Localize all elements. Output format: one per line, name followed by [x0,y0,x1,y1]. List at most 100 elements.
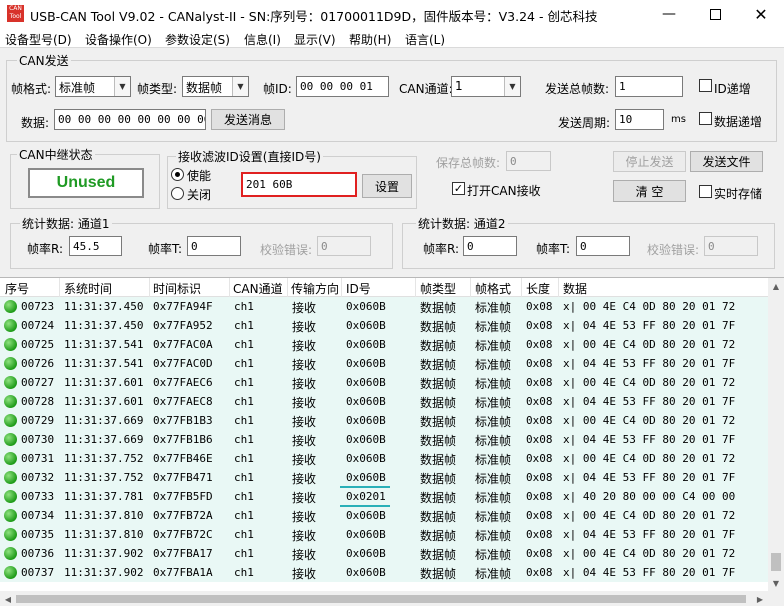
filter-id-input[interactable]: 201 60B [241,172,357,197]
filter-disable-radio[interactable] [171,187,184,200]
horizontal-scroll-thumb[interactable] [16,595,746,603]
close-button[interactable]: ✕ [738,0,784,28]
table-row[interactable]: 00729 11:31:37.669 0x77FB1B3 ch1 接收 0x060B 数据帧… [0,411,768,430]
col-header-length[interactable]: 长度 [526,280,550,297]
col-header-timestamp[interactable]: 时间标识 [153,280,201,297]
vertical-scrollbar[interactable]: ▲ ▼ [768,278,784,591]
clear-button[interactable]: 清 空 [613,180,686,202]
table-row[interactable]: 00728 11:31:37.601 0x77FAEC8 ch1 接收 0x060B 数据帧… [0,392,768,411]
cell-frame-format: 标准帧 [475,396,512,410]
table-row[interactable]: 00723 11:31:37.450 0x77FA94F ch1 接收 0x060B 数据帧… [0,297,768,316]
col-header-system-time[interactable]: 系统时间 [64,280,112,297]
cell-frame-type: 数据帧 [420,434,457,448]
cell-system-time: 11:31:37.781 [64,490,144,503]
ch1-rate-r-label: 帧率R: [27,242,64,256]
col-header-direction[interactable]: 传输方向 [291,280,339,297]
open-can-receive-checkbox[interactable]: ✓ [452,182,465,195]
scroll-down-icon[interactable]: ▼ [768,575,784,591]
send-period-input[interactable]: 10 [615,109,664,130]
menu-device-operation[interactable]: 设备操作(O) [85,31,152,48]
filter-set-button[interactable]: 设置 [362,174,412,198]
menu-device-model[interactable]: 设备型号(D) [5,31,72,48]
message-table: 序号 系统时间 时间标识 CAN通道 传输方向 ID号 帧类型 帧格式 长度 数… [0,277,784,606]
table-row[interactable]: 00726 11:31:37.541 0x77FAC0D ch1 接收 0x060B 数据帧… [0,354,768,373]
data-input[interactable]: 00 00 00 00 00 00 00 00 [54,109,206,130]
cell-frame-format: 标准帧 [475,548,512,562]
column-divider[interactable] [558,278,559,297]
col-header-frame-type[interactable]: 帧类型 [420,280,456,297]
frame-type-value: 数据帧 [186,81,223,95]
column-divider[interactable] [149,278,150,297]
column-divider[interactable] [229,278,230,297]
total-frames-input[interactable]: 1 [615,76,683,97]
scroll-up-icon[interactable]: ▲ [768,278,784,294]
send-file-button[interactable]: 发送文件 [690,151,763,172]
can-channel-select[interactable]: 1 ▼ [451,76,521,97]
column-divider[interactable] [521,278,522,297]
can-send-title: CAN发送 [17,52,71,69]
table-row[interactable]: 00727 11:31:37.601 0x77FAEC6 ch1 接收 0x060B 数据帧… [0,373,768,392]
table-row[interactable]: 00731 11:31:37.752 0x77FB46E ch1 接收 0x060B 数据帧… [0,449,768,468]
cell-channel: ch1 [234,376,254,389]
table-row[interactable]: 00725 11:31:37.541 0x77FAC0A ch1 接收 0x060B 数据帧… [0,335,768,354]
id-increment-checkbox[interactable] [699,79,712,92]
cell-system-time: 11:31:37.810 [64,528,144,541]
minimize-button[interactable]: — [646,0,692,28]
table-row[interactable]: 00733 11:31:37.781 0x77FB5FD ch1 接收 0x0201 数据帧… [0,487,768,506]
vertical-scroll-thumb[interactable] [771,553,781,571]
menu-help[interactable]: 帮助(H) [349,31,391,48]
realtime-save-checkbox[interactable] [699,185,712,198]
filter-enable-radio[interactable] [171,168,184,181]
col-header-seq[interactable]: 序号 [5,280,29,297]
ch1-check-error-value: 0 [317,236,371,256]
cell-seq: 00732 [21,471,55,484]
cell-frame-type: 数据帧 [420,358,457,372]
frame-type-select[interactable]: 数据帧 ▼ [182,76,249,97]
column-divider[interactable] [287,278,288,297]
column-divider[interactable] [470,278,471,297]
data-increment-checkbox[interactable] [699,112,712,125]
stop-send-button[interactable]: 停止发送 [613,151,686,172]
col-header-id[interactable]: ID号 [346,280,371,297]
send-message-button[interactable]: 发送消息 [211,109,285,130]
column-divider[interactable] [59,278,60,297]
menu-parameter-settings[interactable]: 参数设定(S) [165,31,230,48]
status-dot-icon [4,395,17,408]
menu-info[interactable]: 信息(I) [244,31,281,48]
cell-timestamp: 0x77FAC0A [153,338,213,351]
cell-timestamp: 0x77FB72C [153,528,213,541]
col-header-can-channel[interactable]: CAN通道 [233,280,283,297]
cell-length: 0x08 [526,547,553,560]
table-row[interactable]: 00724 11:31:37.450 0x77FA952 ch1 接收 0x060B 数据帧… [0,316,768,335]
table-row[interactable]: 00735 11:31:37.810 0x77FB72C ch1 接收 0x060B 数据帧… [0,525,768,544]
cell-data: x| 00 4E C4 0D 80 20 01 72 [563,376,736,389]
cell-direction: 接收 [292,301,317,315]
cell-id: 0x060B [346,319,386,332]
column-divider[interactable] [415,278,416,297]
filter-enable-label: 使能 [187,169,212,183]
cell-timestamp: 0x77FA94F [153,300,213,313]
table-row[interactable]: 00736 11:31:37.902 0x77FBA17 ch1 接收 0x060B 数据帧… [0,544,768,563]
cell-length: 0x08 [526,338,553,351]
cell-length: 0x08 [526,452,553,465]
horizontal-scrollbar[interactable]: ◀ ▶ [0,591,784,606]
cell-id: 0x060B [346,433,386,446]
table-row[interactable]: 00734 11:31:37.810 0x77FB72A ch1 接收 0x060B 数据帧… [0,506,768,525]
cell-frame-type: 数据帧 [420,491,457,505]
table-row[interactable]: 00730 11:31:37.669 0x77FB1B6 ch1 接收 0x060B 数据帧… [0,430,768,449]
menu-view[interactable]: 显示(V) [294,31,336,48]
frame-id-input[interactable]: 00 00 00 01 [296,76,389,97]
col-header-data[interactable]: 数据 [563,280,587,297]
cell-frame-type: 数据帧 [420,529,457,543]
chevron-down-icon: ▼ [232,77,248,96]
scroll-right-icon[interactable]: ▶ [752,591,768,606]
column-divider[interactable] [341,278,342,297]
cell-length: 0x08 [526,414,553,427]
table-row[interactable]: 00737 11:31:37.902 0x77FBA1A ch1 接收 0x060B 数据帧… [0,563,768,582]
table-row[interactable]: 00732 11:31:37.752 0x77FB471 ch1 接收 0x060B 数据帧… [0,468,768,487]
frame-format-select[interactable]: 标准帧 ▼ [55,76,131,97]
maximize-button[interactable] [692,0,738,28]
scroll-left-icon[interactable]: ◀ [0,591,16,606]
menu-language[interactable]: 语言(L) [405,31,445,48]
col-header-frame-format[interactable]: 帧格式 [475,280,511,297]
